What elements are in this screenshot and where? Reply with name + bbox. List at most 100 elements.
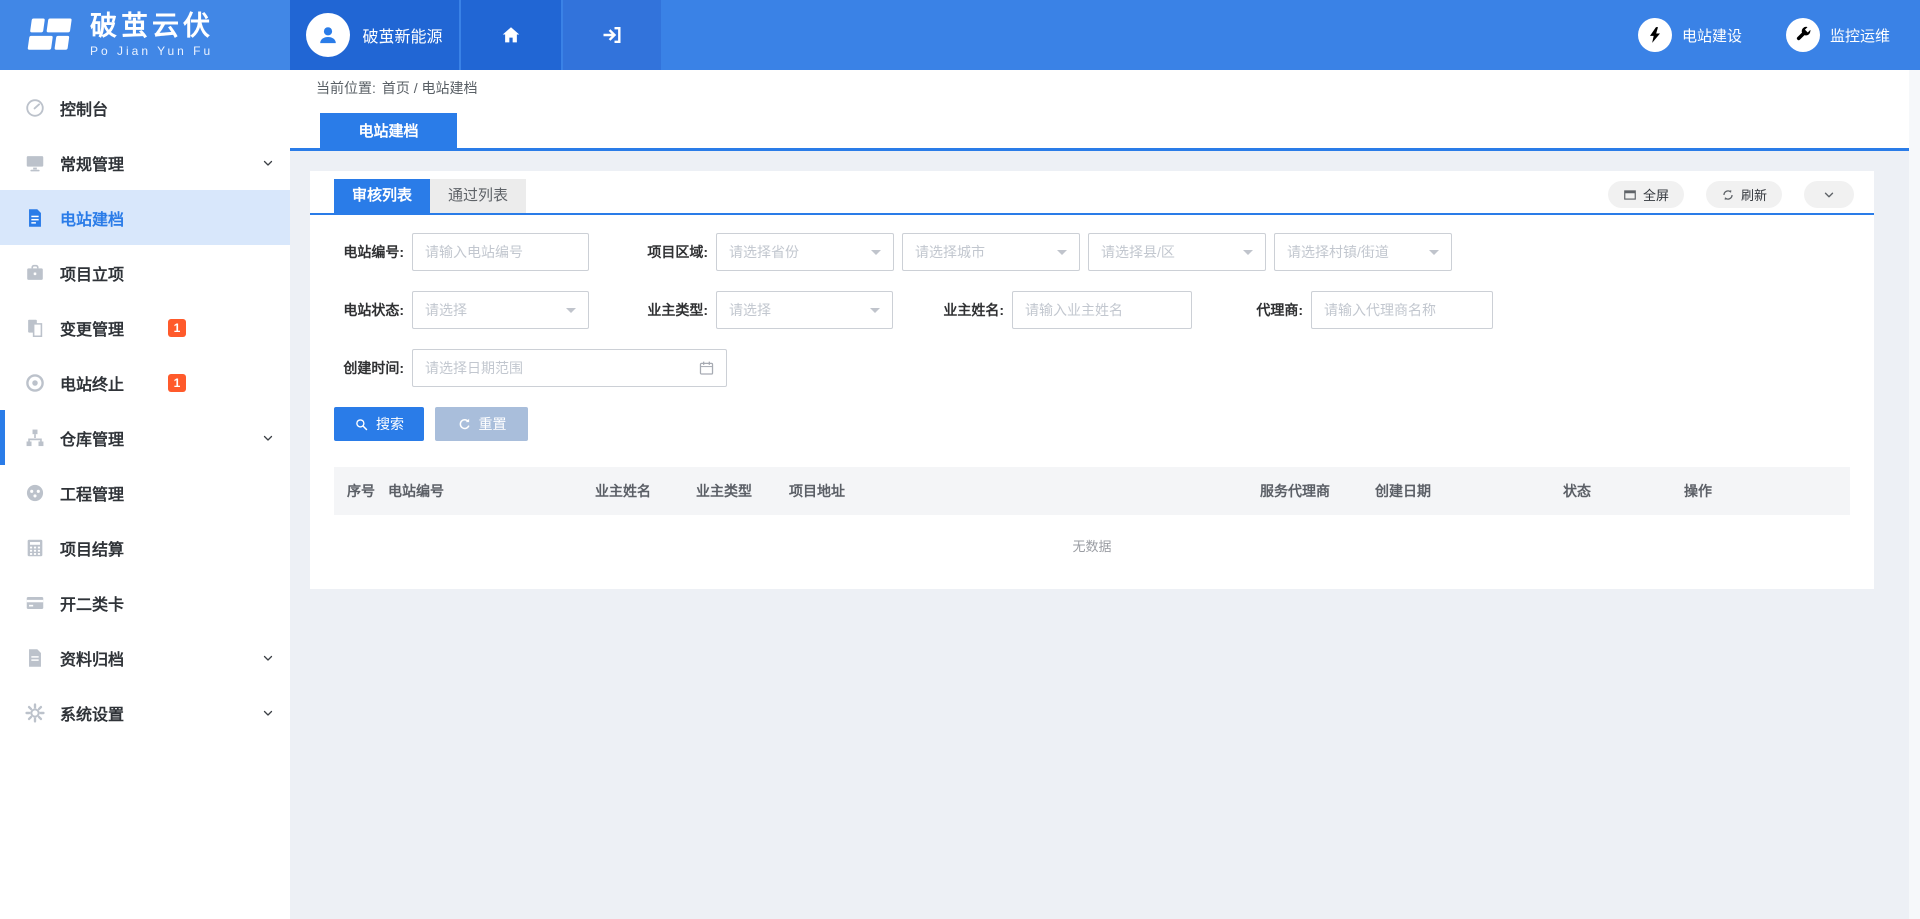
sidebar-item-project-initiation[interactable]: 项目立项 — [0, 245, 290, 300]
sidebar-item-station-archive[interactable]: 电站建档 — [0, 190, 290, 245]
sidebar-item-label: 开二类卡 — [60, 591, 124, 615]
tab-passed-list[interactable]: 通过列表 — [430, 179, 526, 213]
sidebar-item-warehouse-management[interactable]: 仓库管理 — [0, 410, 290, 465]
notification-badge: 1 — [168, 374, 186, 392]
card-tabs: 审核列表通过列表 — [334, 179, 526, 213]
home-icon — [500, 24, 522, 46]
refresh-icon — [1721, 188, 1735, 202]
calculator-icon — [24, 537, 46, 559]
chevron-down-icon — [262, 432, 274, 444]
fullscreen-label: 全屏 — [1643, 185, 1669, 204]
search-button[interactable]: 搜索 — [334, 407, 424, 441]
empty-state: 无数据 — [334, 515, 1850, 589]
sidebar-item-project-settlement[interactable]: 项目结算 — [0, 520, 290, 575]
page-tab-station-archive[interactable]: 电站建档 — [320, 113, 457, 148]
select-province[interactable]: 请选择省份 — [716, 233, 894, 271]
agent-label: 代理商: — [1233, 300, 1303, 320]
circle-dot-icon — [24, 372, 46, 394]
dashboard-icon — [24, 482, 46, 504]
brand-logo: 破茧云伏 Po Jian Yun Fu — [0, 0, 290, 70]
card-icon — [24, 592, 46, 614]
column-header: 业主姓名 — [589, 467, 690, 515]
fullscreen-button[interactable]: 全屏 — [1608, 181, 1684, 208]
owner-type-select[interactable]: 请选择 — [716, 291, 893, 329]
sidebar-item-general-management[interactable]: 常规管理 — [0, 135, 290, 190]
scrollbar-track[interactable] — [1909, 70, 1920, 919]
monitor-icon — [24, 152, 46, 174]
status-select[interactable]: 请选择 — [412, 291, 589, 329]
sidebar-nav: 控制台常规管理电站建档项目立项变更管理 1 电站终止 1 仓库管理工程管理项目结算开二类… — [0, 70, 290, 919]
sidebar-item-label: 系统设置 — [60, 701, 124, 725]
station-construction-link[interactable]: 电站建设 — [1638, 18, 1742, 52]
owner-type-placeholder: 请选择 — [729, 300, 771, 320]
quick-link-label: 监控运维 — [1830, 25, 1890, 46]
station-no-input[interactable] — [425, 244, 576, 260]
search-label: 搜索 — [376, 414, 404, 434]
sidebar-item-system-settings[interactable]: 系统设置 — [0, 685, 290, 740]
results-table: 序号电站编号业主姓名业主类型项目地址服务代理商创建日期状态操作 无数据 — [334, 467, 1850, 589]
collapse-button[interactable] — [1804, 181, 1854, 208]
fullscreen-icon — [1623, 188, 1637, 202]
table-header-row: 序号电站编号业主姓名业主类型项目地址服务代理商创建日期状态操作 — [334, 467, 1850, 515]
tab-review-list[interactable]: 审核列表 — [334, 179, 430, 213]
select-city[interactable]: 请选择城市 — [902, 233, 1080, 271]
date-range-picker[interactable] — [412, 349, 727, 387]
brand-title: 破茧云伏 — [90, 12, 214, 42]
pages-icon — [24, 317, 46, 339]
sidebar-item-label: 电站建档 — [60, 206, 124, 230]
sidebar-item-station-termination[interactable]: 电站终止 1 — [0, 355, 290, 410]
region-label: 项目区域: — [638, 242, 708, 262]
reset-button[interactable]: 重置 — [435, 407, 528, 441]
home-button[interactable] — [459, 0, 561, 70]
column-header: 电站编号 — [382, 467, 589, 515]
breadcrumb-path[interactable]: 首页 / 电站建档 — [382, 78, 478, 98]
main-area: 当前位置: 首页 / 电站建档 电站建档 审核列表通过列表 全屏 — [290, 70, 1920, 919]
brand-subtitle: Po Jian Yun Fu — [90, 44, 214, 58]
monitoring-ops-link[interactable]: 监控运维 — [1786, 18, 1890, 52]
select-district[interactable]: 请选择县/区 — [1088, 233, 1266, 271]
search-icon — [354, 417, 369, 432]
content-region: 审核列表通过列表 全屏 — [290, 151, 1920, 919]
sidebar-item-second-class-card[interactable]: 开二类卡 — [0, 575, 290, 630]
sidebar-item-label: 变更管理 — [60, 316, 124, 340]
created-label: 创建时间: — [334, 358, 404, 378]
reset-label: 重置 — [479, 414, 507, 434]
sidebar-item-console[interactable]: 控制台 — [0, 80, 290, 135]
caret-down-icon — [871, 250, 881, 260]
sidebar-item-change-management[interactable]: 变更管理 1 — [0, 300, 290, 355]
briefcase-icon — [24, 262, 46, 284]
column-header: 创建日期 — [1369, 467, 1557, 515]
calendar-icon — [698, 360, 715, 377]
sidebar-item-engineering-management[interactable]: 工程管理 — [0, 465, 290, 520]
column-header: 业主类型 — [690, 467, 783, 515]
sidebar-item-label: 电站终止 — [60, 371, 124, 395]
filter-form: 电站编号: 项目区域: 请选择省份 请选择城市请选择县/区 请选择村镇/街道 电站状… — [310, 215, 1874, 387]
sidebar-item-label: 控制台 — [60, 96, 108, 120]
agent-input[interactable] — [1324, 302, 1480, 318]
logout-button[interactable] — [561, 0, 661, 70]
date-range-input[interactable] — [425, 360, 688, 376]
station-no-label: 电站编号: — [334, 242, 404, 262]
user-menu[interactable]: 破茧新能源 — [290, 0, 459, 70]
refresh-button[interactable]: 刷新 — [1706, 181, 1782, 208]
select-placeholder: 请选择村镇/街道 — [1287, 242, 1389, 262]
notification-badge: 1 — [168, 319, 186, 337]
gear-icon — [24, 702, 46, 724]
chevron-down-icon — [262, 707, 274, 719]
chevron-down-icon — [262, 157, 274, 169]
top-header: 破茧云伏 Po Jian Yun Fu 破茧新能源 电站建设 监控运维 — [0, 0, 1920, 70]
column-header: 项目地址 — [783, 467, 1254, 515]
user-icon — [315, 22, 341, 48]
sidebar-item-label: 常规管理 — [60, 151, 124, 175]
select-placeholder: 请选择省份 — [729, 242, 799, 262]
select-village[interactable]: 请选择村镇/街道 — [1274, 233, 1452, 271]
status-label: 电站状态: — [334, 300, 404, 320]
list-card: 审核列表通过列表 全屏 — [310, 171, 1874, 589]
exit-icon — [600, 23, 624, 47]
caret-down-icon — [566, 308, 576, 318]
page-tab-bar: 电站建档 — [290, 106, 1920, 151]
owner-name-input[interactable] — [1025, 302, 1179, 318]
column-header: 服务代理商 — [1254, 467, 1369, 515]
sidebar-item-data-archive[interactable]: 资料归档 — [0, 630, 290, 685]
status-placeholder: 请选择 — [425, 300, 467, 320]
